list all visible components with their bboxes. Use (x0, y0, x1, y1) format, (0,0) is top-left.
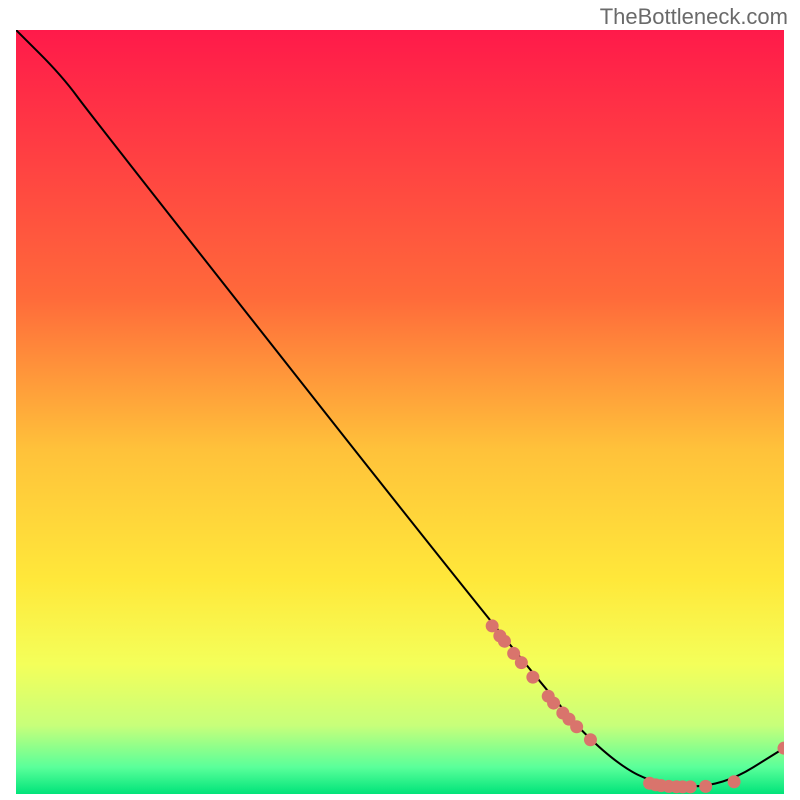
data-dot (728, 775, 741, 788)
data-dot (584, 733, 597, 746)
gradient-background (16, 30, 784, 794)
data-dot (547, 697, 560, 710)
data-dot (570, 720, 583, 733)
attribution-text: TheBottleneck.com (600, 4, 788, 30)
data-dot (526, 671, 539, 684)
chart-svg (16, 30, 784, 794)
plot-area (16, 30, 784, 794)
chart-container: TheBottleneck.com (0, 0, 800, 800)
data-dot (498, 635, 511, 648)
data-dot (515, 656, 528, 669)
data-dot (699, 780, 712, 793)
data-dot (684, 780, 697, 793)
